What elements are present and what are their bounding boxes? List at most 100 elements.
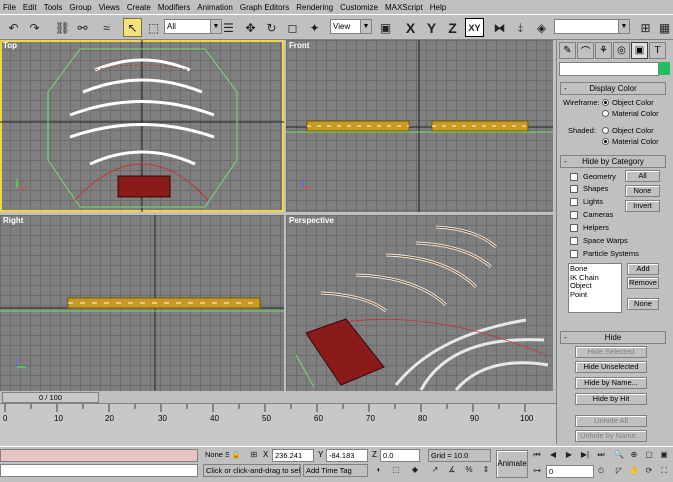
hide-by-name-button[interactable]: Hide by Name...	[575, 377, 647, 389]
shapes-checkbox[interactable]	[570, 185, 578, 193]
category-add-button[interactable]: Add	[627, 263, 659, 275]
display-tab-icon[interactable]: ▣	[631, 42, 648, 59]
current-frame-field[interactable]: 0	[546, 465, 594, 478]
particle-systems-checkbox[interactable]	[570, 250, 578, 258]
utilities-tab-icon[interactable]: T	[649, 42, 666, 59]
category-list-none-button[interactable]: None	[627, 298, 659, 310]
hide-selected-button[interactable]: Hide Selected	[575, 346, 647, 358]
menu-help[interactable]: Help	[430, 3, 446, 12]
animate-button[interactable]: Animate	[496, 450, 528, 478]
rotate-icon[interactable]: ↻	[262, 18, 281, 37]
align-icon[interactable]: ⤈	[511, 18, 530, 37]
viewport-top[interactable]: Top	[0, 40, 284, 212]
category-remove-button[interactable]: Remove	[627, 277, 659, 289]
menu-tools[interactable]: Tools	[44, 3, 63, 12]
x-coordinate-field[interactable]: 236.241	[272, 449, 314, 462]
viewport-perspective[interactable]: Perspective	[286, 215, 553, 391]
reference-coord-dropdown[interactable]: View ▼	[330, 19, 372, 34]
named-selection-dropdown[interactable]: ▼	[554, 19, 630, 34]
lock-selection-icon[interactable]: 🔒	[229, 449, 243, 462]
undo-icon[interactable]: ↶	[4, 18, 23, 37]
menu-create[interactable]: Create	[127, 3, 151, 12]
object-color-swatch[interactable]	[659, 62, 670, 75]
hide-by-category-rollout-header[interactable]: - Hide by Category	[560, 155, 666, 168]
go-to-end-icon[interactable]: ⏭	[594, 449, 608, 462]
restrict-z-button[interactable]: Z	[443, 18, 462, 37]
menu-animation[interactable]: Animation	[197, 3, 233, 12]
create-tab-icon[interactable]: ✎	[559, 42, 576, 59]
modify-tab-icon[interactable]: ⌒	[577, 42, 594, 59]
time-slider[interactable]: 0 / 100	[0, 391, 556, 403]
viewport-front-label[interactable]: Front	[289, 41, 309, 50]
lights-checkbox[interactable]	[570, 198, 578, 206]
hierarchy-tab-icon[interactable]: ⚘	[595, 42, 612, 59]
manipulate-icon[interactable]: ✦	[305, 18, 324, 37]
object-name-field[interactable]	[559, 62, 659, 76]
field-of-view-icon[interactable]: ◸	[612, 465, 626, 478]
category-invert-button[interactable]: Invert	[625, 200, 660, 212]
window-crossing-icon[interactable]: ⬚	[389, 464, 403, 477]
key-mode-icon[interactable]: ⊶	[530, 465, 544, 478]
snap-toggle-icon[interactable]: ◆	[408, 464, 422, 477]
maxscript-listener-mini[interactable]	[0, 449, 198, 462]
next-frame-icon[interactable]: ▶|	[578, 449, 592, 462]
menu-group[interactable]: Group	[69, 3, 91, 12]
select-by-name-icon[interactable]: ☰	[219, 18, 238, 37]
list-item[interactable]: IK Chain Object	[570, 273, 620, 291]
geometry-checkbox[interactable]	[570, 173, 578, 181]
z-coordinate-field[interactable]: 0.0	[380, 449, 420, 462]
add-time-tag[interactable]: Add Time Tag	[303, 464, 368, 477]
menu-views[interactable]: Views	[99, 3, 120, 12]
angle-snap-icon[interactable]: ∡	[445, 464, 459, 477]
hide-rollout-header[interactable]: - Hide	[560, 331, 666, 344]
unhide-all-button[interactable]: Unhide All	[575, 415, 647, 427]
viewport-front[interactable]: Front	[286, 40, 553, 212]
mirror-icon[interactable]: ⧓	[490, 18, 509, 37]
selection-filter-dropdown[interactable]: All ▼	[164, 19, 222, 34]
scale-icon[interactable]: ◻	[283, 18, 302, 37]
hide-unselected-button[interactable]: Hide Unselected	[575, 361, 647, 373]
shaded-object-color-radio[interactable]	[602, 127, 609, 134]
quick-render-icon[interactable]: ▦	[655, 18, 673, 37]
wireframe-material-color-radio[interactable]	[602, 110, 609, 117]
category-all-button[interactable]: All	[625, 170, 660, 182]
selection-lock-icon[interactable]: ◐	[372, 464, 386, 477]
bind-space-warp-icon[interactable]: ≈	[97, 18, 116, 37]
restrict-y-button[interactable]: Y	[422, 18, 441, 37]
shaded-material-color-radio[interactable]	[602, 138, 609, 145]
previous-frame-icon[interactable]: ◀	[546, 449, 560, 462]
menu-edit[interactable]: Edit	[23, 3, 37, 12]
menu-maxscript[interactable]: MAXScript	[385, 3, 423, 12]
viewport-right-label[interactable]: Right	[3, 216, 23, 225]
viewport-top-label[interactable]: Top	[3, 41, 17, 50]
menu-rendering[interactable]: Rendering	[296, 3, 333, 12]
maxscript-input[interactable]	[0, 464, 198, 477]
menu-customize[interactable]: Customize	[340, 3, 378, 12]
material-editor-icon[interactable]: ◈	[532, 18, 551, 37]
unlink-icon[interactable]: ⚯	[73, 18, 92, 37]
spinner-snap-icon[interactable]: ⇕	[479, 464, 493, 477]
helpers-checkbox[interactable]	[570, 224, 578, 232]
space-warps-checkbox[interactable]	[570, 237, 578, 245]
go-to-start-icon[interactable]: ⏮	[530, 449, 544, 462]
zoom-icon[interactable]: 🔍	[612, 449, 626, 462]
wireframe-object-color-radio[interactable]	[602, 99, 609, 106]
move-icon[interactable]: ✥	[241, 18, 260, 37]
render-scene-icon[interactable]: ⊞	[636, 18, 655, 37]
hide-by-hit-button[interactable]: Hide by Hit	[575, 393, 647, 405]
time-slider-thumb[interactable]: 0 / 100	[2, 392, 99, 403]
select-link-icon[interactable]: ⛓	[53, 18, 72, 37]
unhide-by-name-button[interactable]: Unhide by Name...	[575, 430, 647, 442]
cameras-checkbox[interactable]	[570, 211, 578, 219]
maximize-viewport-icon[interactable]: ⛶	[657, 465, 671, 478]
zoom-all-icon[interactable]: ⊕	[627, 449, 641, 462]
category-none-button[interactable]: None	[625, 185, 660, 197]
menu-modifiers[interactable]: Modifiers	[158, 3, 190, 12]
snap-2d-icon[interactable]: ↗	[428, 464, 442, 477]
zoom-extents-icon[interactable]: ▢	[642, 449, 656, 462]
menu-file[interactable]: File	[3, 3, 16, 12]
y-coordinate-field[interactable]: -84.183	[326, 449, 368, 462]
absolute-mode-icon[interactable]: ⊞	[247, 449, 261, 462]
motion-tab-icon[interactable]: ◎	[613, 42, 630, 59]
category-list[interactable]: Bone IK Chain Object Point	[568, 263, 622, 313]
